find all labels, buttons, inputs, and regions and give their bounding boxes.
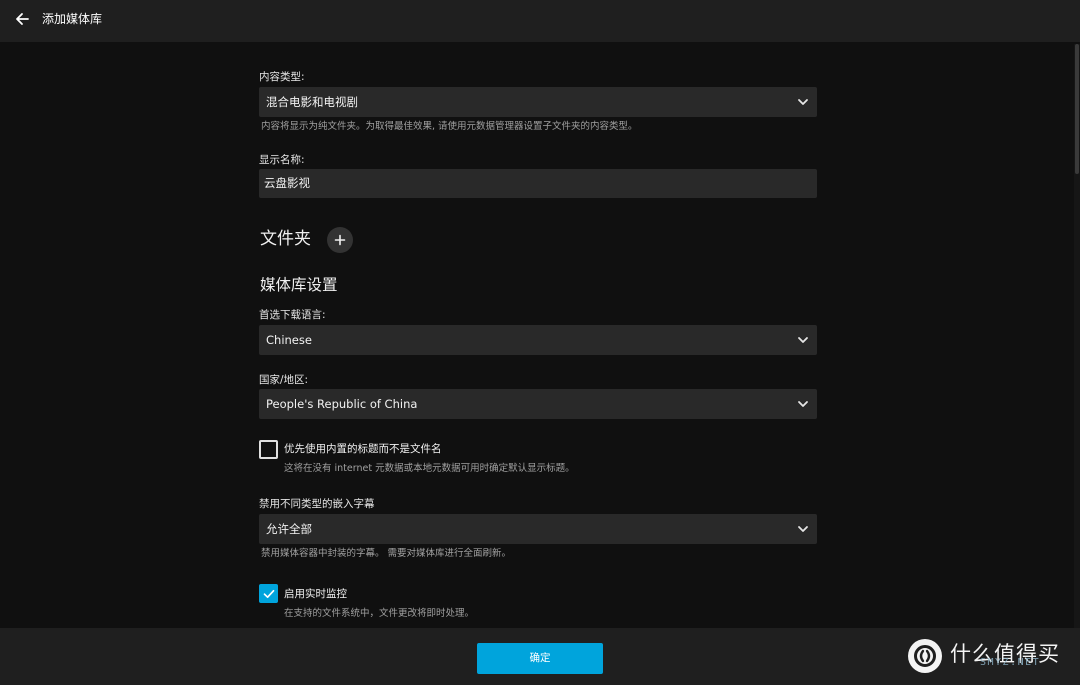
prefer-embedded-titles-label[interactable]: 优先使用内置的标题而不是文件名 — [284, 442, 442, 456]
watermark: 什么值得买 SMYZ.NET — [908, 638, 1073, 678]
realtime-monitor-label[interactable]: 启用实时监控 — [284, 587, 347, 601]
content-type-value: 混合电影和电视剧 — [266, 95, 358, 109]
content-type-select[interactable]: 混合电影和电视剧 — [259, 87, 817, 117]
chevron-down-icon — [798, 337, 808, 343]
download-language-value: Chinese — [266, 333, 312, 347]
add-folder-button[interactable] — [327, 227, 353, 253]
country-label: 国家/地区: — [259, 374, 309, 386]
page-title: 添加媒体库 — [42, 12, 103, 26]
embedded-subtitles-label: 禁用不同类型的嵌入字幕 — [259, 498, 375, 510]
prefer-embedded-titles-hint: 这将在没有 internet 元数据或本地元数据可用时确定默认显示标题。 — [284, 463, 575, 474]
app-window: 添加媒体库 内容类型: 混合电影和电视剧 内容将显示为纯文件夹。为取得最佳效果,… — [0, 0, 1080, 685]
library-settings-heading: 媒体库设置 — [260, 276, 338, 294]
embedded-subtitles-hint: 禁用媒体容器中封装的字幕。 需要对媒体库进行全面刷新。 — [261, 548, 512, 559]
header-bar: 添加媒体库 — [0, 0, 1080, 42]
embedded-subtitles-value: 允许全部 — [266, 522, 312, 536]
scrollbar-thumb[interactable] — [1075, 44, 1079, 174]
watermark-logo-icon — [908, 639, 942, 673]
folders-heading: 文件夹 — [260, 229, 311, 249]
ok-button[interactable]: 确定 — [477, 643, 603, 674]
content-type-hint: 内容将显示为纯文件夹。为取得最佳效果, 请使用元数据管理器设置子文件夹的内容类型… — [261, 121, 638, 132]
watermark-subtext: SMYZ.NET — [980, 657, 1041, 668]
display-name-label: 显示名称: — [259, 154, 305, 166]
prefer-embedded-titles-checkbox[interactable] — [259, 440, 278, 459]
scrollbar[interactable] — [1074, 44, 1080, 628]
realtime-monitor-checkbox[interactable] — [259, 584, 278, 603]
realtime-monitor-hint: 在支持的文件系统中，文件更改将即时处理。 — [284, 608, 475, 619]
checkmark-icon — [263, 589, 274, 598]
embedded-subtitles-select[interactable]: 允许全部 — [259, 514, 817, 544]
chevron-down-icon — [798, 401, 808, 407]
chevron-down-icon — [798, 99, 808, 105]
download-language-select[interactable]: Chinese — [259, 325, 817, 355]
download-language-label: 首选下载语言: — [259, 309, 326, 321]
country-select[interactable]: People's Republic of China — [259, 389, 817, 419]
arrow-left-icon — [16, 13, 29, 25]
plus-icon — [334, 234, 346, 246]
display-name-input[interactable]: 云盘影视 — [259, 169, 817, 198]
chevron-down-icon — [798, 526, 808, 532]
back-button[interactable] — [11, 8, 33, 30]
content-type-label: 内容类型: — [259, 71, 305, 83]
country-value: People's Republic of China — [266, 397, 418, 411]
